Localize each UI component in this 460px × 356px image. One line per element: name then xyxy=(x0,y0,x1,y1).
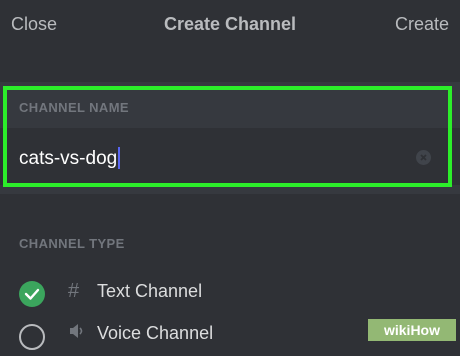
channel-name-label: CHANNEL NAME xyxy=(19,100,130,115)
radio-unselected-icon xyxy=(19,324,45,350)
speaker-icon xyxy=(68,322,86,346)
channel-name-value: cats-vs-dog xyxy=(19,148,118,169)
voice-channel-label: Voice Channel xyxy=(97,323,214,343)
clear-icon[interactable] xyxy=(416,150,431,165)
text-caret xyxy=(118,147,121,169)
text-channel-label: Text Channel xyxy=(97,281,203,301)
top-bar: Close Create Channel Create xyxy=(0,0,460,52)
channel-type-label: CHANNEL TYPE xyxy=(19,236,125,251)
wikihow-watermark: wikiHow xyxy=(368,319,456,341)
checkmark-icon xyxy=(19,281,45,307)
text-channel-option[interactable]: # Text Channel xyxy=(0,270,460,314)
channel-name-field[interactable]: cats-vs-dog xyxy=(19,147,121,170)
hash-icon: # xyxy=(68,280,80,302)
create-button[interactable]: Create xyxy=(395,14,449,35)
page-title: Create Channel xyxy=(163,14,297,34)
